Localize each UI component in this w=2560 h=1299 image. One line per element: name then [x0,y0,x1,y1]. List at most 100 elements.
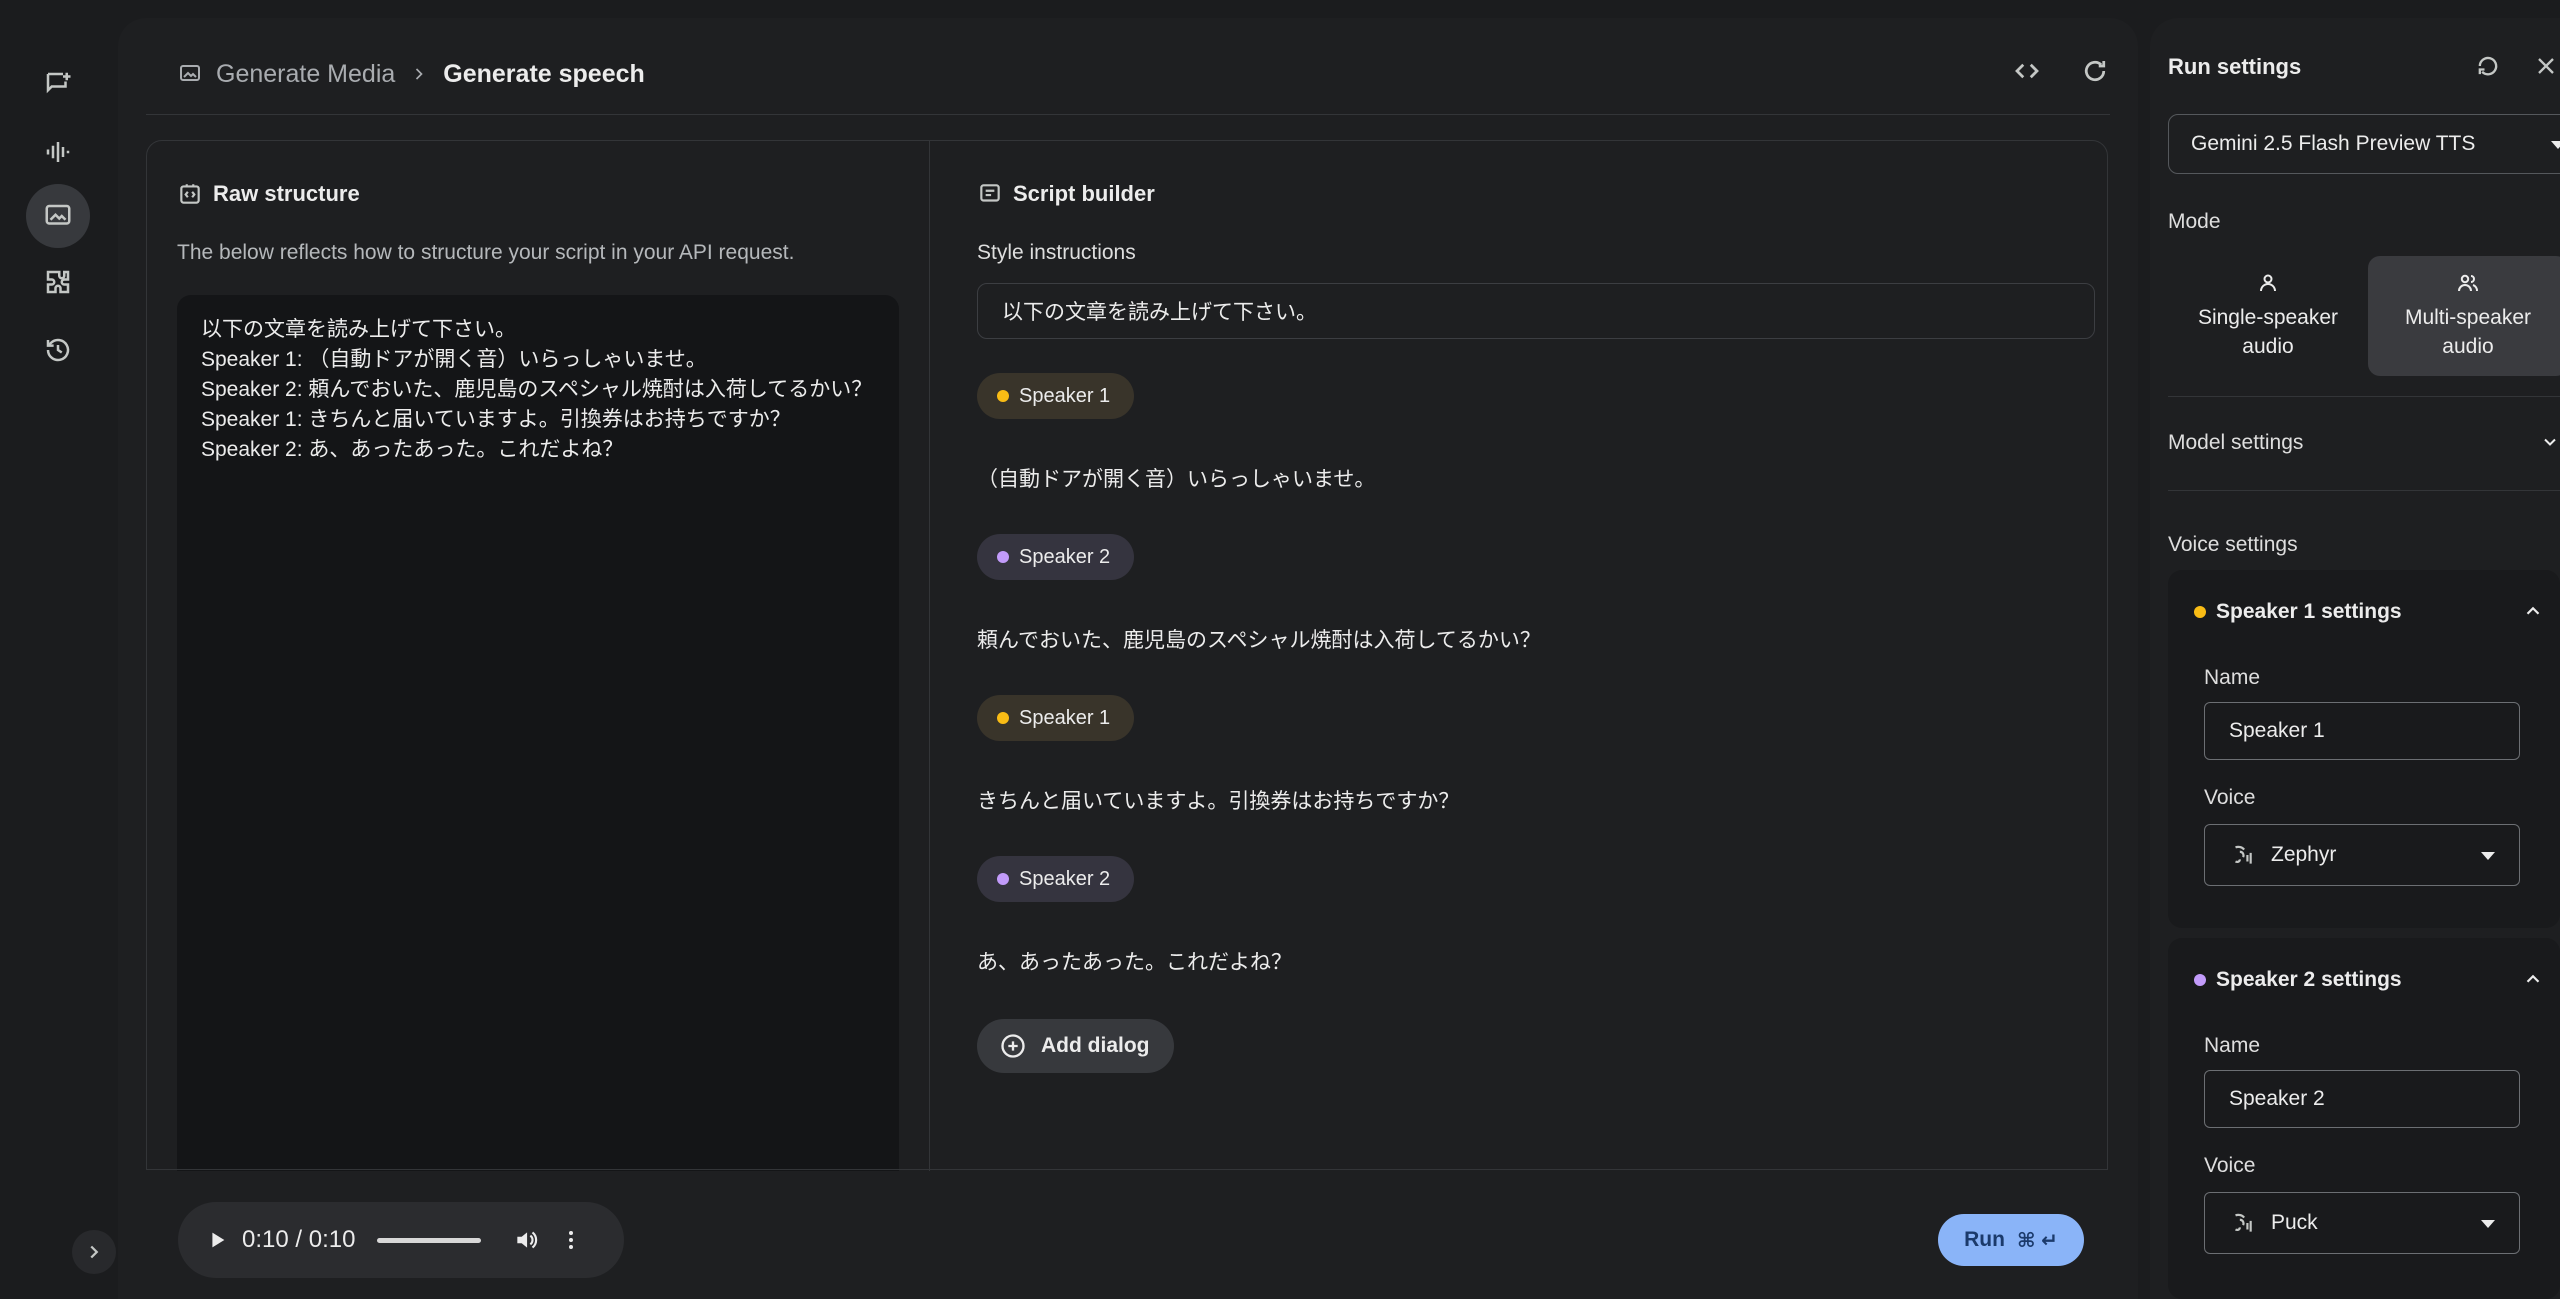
left-rail [0,0,118,1299]
voice-select[interactable]: Puck [2204,1192,2520,1254]
chevron-up-icon[interactable] [2522,968,2544,990]
person-icon [2260,274,2276,292]
playback-time: 0:10 / 0:10 [242,1226,356,1253]
audio-player: 0:10 / 0:10 [178,1202,624,1278]
dialog-text[interactable]: あ、あったあった。これだよね？ [977,946,1292,976]
more-vert-icon[interactable] [559,1228,583,1252]
voice-select-value: Puck [2271,1211,2318,1234]
name-label: Name [2204,666,2261,689]
refresh-icon[interactable] [2080,56,2110,86]
speaker-chip-label: Speaker 1 [1019,706,1111,729]
voice-icon [2235,1213,2252,1232]
chevron-down-icon[interactable] [2540,432,2560,452]
extensions-icon[interactable] [26,250,90,314]
dropdown-arrow-icon [2481,852,2495,860]
voice-select[interactable]: Zephyr [2204,824,2520,886]
breadcrumb: Generate Media Generate speech [178,54,645,94]
volume-icon[interactable] [513,1227,539,1253]
run-settings-panel: Run settings Gemini 2.5 Flash Preview TT… [2150,18,2560,1299]
code-box-icon [180,184,200,204]
speaker-chip[interactable]: Speaker 1 [977,695,1135,741]
speaker-chip-label: Speaker 2 [1019,545,1111,568]
progress-slider[interactable] [377,1237,482,1243]
speaker-1-settings-title[interactable]: Speaker 1 settings [2194,600,2402,624]
raw-structure-title-text: Raw structure [213,181,360,206]
style-instructions-input[interactable]: 以下の文章を読み上げて下さい。 [977,283,2095,339]
run-shortcut: ⌘ ↵ [2016,1229,2058,1252]
history-icon[interactable] [26,318,90,382]
add-circle-icon [1001,1034,1025,1058]
model-select-value: Gemini 2.5 Flash Preview TTS [2191,132,2476,155]
speaker-1-dot [997,390,1009,402]
raw-structure-description: The below reflects how to structure your… [177,241,795,264]
run-settings-title: Run settings [2168,54,2302,79]
divider [146,1169,2108,1170]
breadcrumb-current: Generate speech [443,59,645,88]
voice-label: Voice [2204,786,2256,809]
multi-speaker-label: Multi-speaker audio [2404,306,2532,358]
multi-speaker-mode[interactable]: Multi-speaker audio [2368,256,2560,376]
style-instructions-label: Style instructions [977,241,1136,264]
speaker-2-dot [997,873,1009,885]
script-builder-title-text: Script builder [1013,181,1155,206]
speaker-name-input[interactable]: Speaker 2 [2204,1070,2520,1128]
divider [2168,490,2560,491]
voice-select-value: Zephyr [2271,843,2337,866]
breadcrumb-parent[interactable]: Generate Media [216,60,395,89]
single-speaker-label: Single-speaker audio [2197,306,2339,358]
mode-label: Mode [2168,210,2221,233]
speaker-2-settings-title[interactable]: Speaker 2 settings [2194,968,2402,992]
speaker-chip-label: Speaker 2 [1019,867,1111,890]
speaker-2-settings-card: Speaker 2 settings Name Speaker 2 Voice … [2168,938,2560,1299]
single-speaker-mode[interactable]: Single-speaker audio [2168,256,2368,376]
speaker-2-dot [997,551,1009,563]
expand-rail-button[interactable] [72,1230,116,1274]
close-icon[interactable] [2532,52,2560,80]
editor-panels: Raw structure The below reflects how to … [146,140,2108,1171]
speaker-2-dot [2194,974,2206,986]
voice-settings-label: Voice settings [2168,533,2298,556]
speaker-chip[interactable]: Speaker 2 [977,856,1135,902]
divider [146,114,2110,115]
dialog-text[interactable]: （自動ドアが開く音）いらっしゃいませ。 [977,463,1375,493]
play-icon[interactable] [206,1229,228,1251]
main-panel: Generate Media Generate speech Raw struc… [118,18,2138,1299]
speaker-chip[interactable]: Speaker 2 [977,534,1135,580]
run-label: Run [1964,1228,2005,1251]
chevron-up-icon[interactable] [2522,600,2544,622]
speaker-chip[interactable]: Speaker 1 [977,373,1135,419]
dropdown-arrow-icon [2551,141,2560,149]
speaker-1-dot [2194,606,2206,618]
people-icon [2458,274,2478,292]
dialog-text[interactable]: きちんと届いていますよ。引換券はお持ちですか？ [977,785,1459,815]
run-button[interactable]: Run ⌘ ↵ [1938,1214,2084,1266]
speaker-chip-label: Speaker 1 [1019,384,1111,407]
model-select[interactable]: Gemini 2.5 Flash Preview TTS [2168,114,2560,174]
code-icon[interactable] [2012,56,2042,86]
speaker-name-input[interactable]: Speaker 1 [2204,702,2520,760]
chevron-right-icon [416,68,423,80]
voice-icon [2235,845,2252,864]
raw-script-textarea[interactable]: 以下の文章を読み上げて下さい。 Speaker 1: （自動ドアが開く音）いらっ… [177,295,899,1171]
speaker-1-settings-card: Speaker 1 settings Name Speaker 1 Voice … [2168,570,2560,928]
voice-label: Voice [2204,1154,2256,1177]
generate-media-icon[interactable] [26,184,90,248]
script-builder-title: Script builder [977,181,1155,207]
media-icon [180,65,200,81]
model-settings-toggle[interactable]: Model settings [2168,431,2303,455]
chat-icon[interactable] [26,52,90,116]
add-dialog-button[interactable]: Add dialog [977,1019,1174,1073]
divider [2168,396,2560,397]
speaker-settings-title-text: Speaker 2 settings [2216,968,2402,991]
dialog-text[interactable]: 頼んでおいた、鹿児島のスペシャル焼酎は入荷してるかい？ [977,624,1541,654]
raw-structure-title: Raw structure [177,181,360,207]
chevron-right-icon [90,1245,99,1259]
script-icon [980,184,1000,202]
divider [929,141,930,1171]
speaker-settings-title-text: Speaker 1 settings [2216,600,2402,623]
stream-audio-icon[interactable] [26,120,90,184]
speaker-1-dot [997,712,1009,724]
add-dialog-label: Add dialog [1041,1034,1150,1057]
reset-settings-icon[interactable] [2474,52,2502,80]
dropdown-arrow-icon [2481,1220,2495,1228]
